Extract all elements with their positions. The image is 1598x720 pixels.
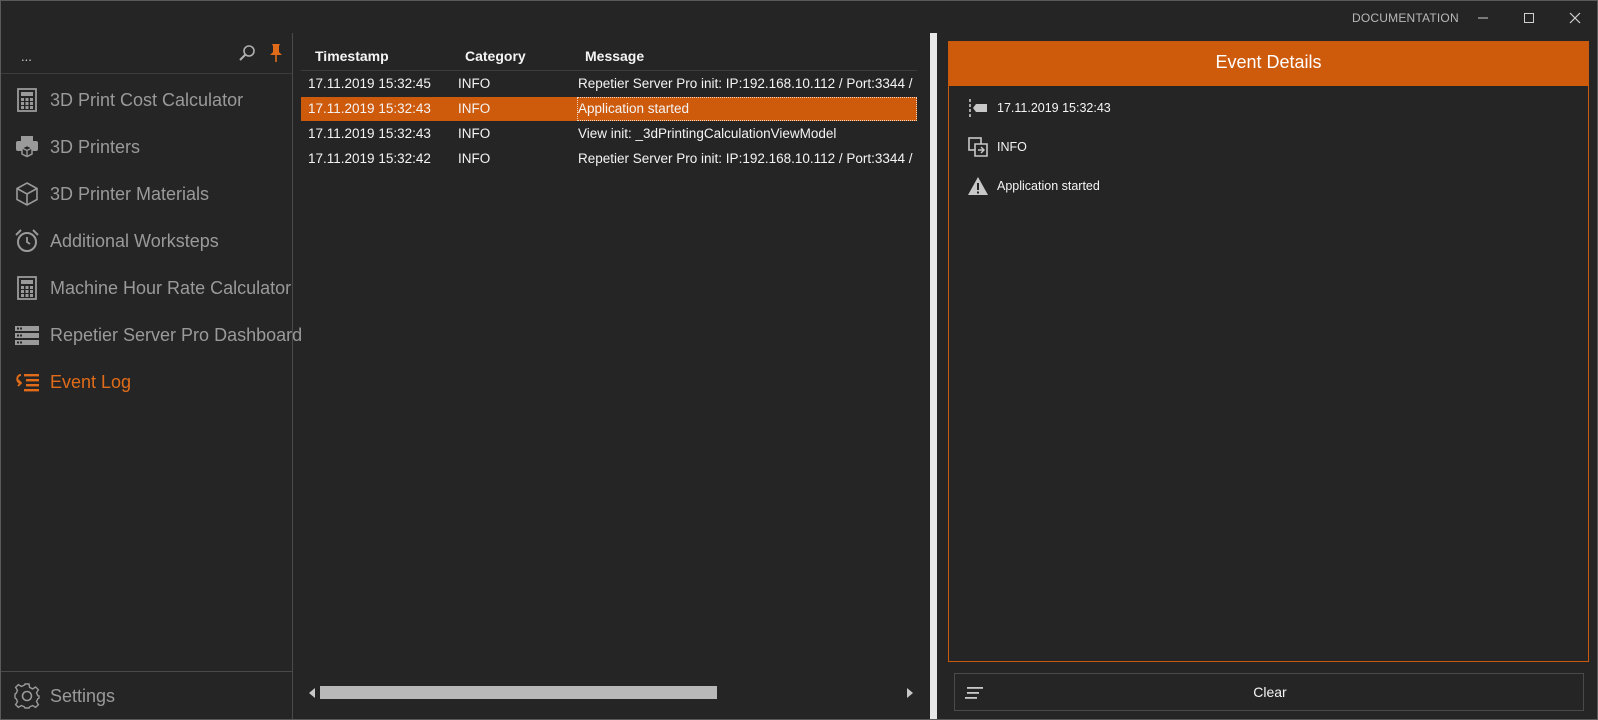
warning-icon <box>968 177 988 195</box>
pin-icon[interactable] <box>267 43 285 63</box>
search-icon[interactable] <box>237 43 257 63</box>
sidebar-search-text[interactable]: ... <box>21 49 32 64</box>
sidebar: ... 3D Print Cost Calculator 3D Printers… <box>1 33 302 719</box>
minimize-icon <box>1478 17 1488 19</box>
cell-category: INFO <box>458 126 491 141</box>
printer-icon <box>16 136 38 158</box>
server-icon <box>15 326 39 345</box>
timeline-icon <box>969 99 987 117</box>
cell-message: View init: _3dPrintingCalculationViewMod… <box>578 126 837 141</box>
maximize-icon <box>1524 13 1534 23</box>
clear-button-label: Clear <box>1253 684 1287 700</box>
column-header-message[interactable]: Message <box>585 48 644 64</box>
calculator-icon <box>17 276 37 300</box>
title-bar: DOCUMENTATION <box>1 1 1597 33</box>
app-window: DOCUMENTATION ... 3D Print Cost Calculat… <box>0 0 1598 720</box>
column-header-timestamp[interactable]: Timestamp <box>315 48 389 64</box>
cube-icon <box>16 182 38 206</box>
sidebar-item-additional-worksteps[interactable]: Additional Worksteps <box>1 217 292 265</box>
cell-message: Application started <box>577 97 917 121</box>
sidebar-item-label: Repetier Server Pro Dashboard <box>50 325 303 345</box>
minimize-button[interactable] <box>1460 5 1506 31</box>
table-row[interactable]: 17.11.2019 15:32:42 INFO Repetier Server… <box>301 147 917 171</box>
scroll-left-icon[interactable] <box>309 688 315 698</box>
maximize-button[interactable] <box>1506 5 1552 31</box>
close-button[interactable] <box>1552 5 1598 31</box>
scroll-right-icon[interactable] <box>907 688 913 698</box>
cell-category: INFO <box>458 76 491 91</box>
cell-message: Repetier Server Pro init: IP:192.168.10.… <box>578 151 917 166</box>
close-icon <box>1569 12 1581 24</box>
event-details-header: Event Details <box>949 42 1588 86</box>
cell-timestamp: 17.11.2019 15:32:42 <box>308 151 431 166</box>
sidebar-divider <box>1 73 292 74</box>
sidebar-item-label: Machine Hour Rate Calculator <box>50 278 292 298</box>
event-details-title: Event Details <box>1215 52 1322 72</box>
sidebar-item-label: Event Log <box>50 372 132 392</box>
sidebar-item-3d-print-cost-calculator[interactable]: 3D Print Cost Calculator <box>1 76 292 124</box>
detail-message-value: Application started <box>997 179 1100 193</box>
documentation-link[interactable]: DOCUMENTATION <box>1352 11 1459 25</box>
sidebar-item-settings[interactable]: Settings <box>1 673 292 719</box>
sidebar-item-label: 3D Printer Materials <box>50 184 210 204</box>
cell-timestamp: 17.11.2019 15:32:43 <box>308 126 431 141</box>
detail-timestamp-value: 17.11.2019 15:32:43 <box>997 101 1111 115</box>
cell-timestamp: 17.11.2019 15:32:43 <box>308 101 431 116</box>
sidebar-item-repetier-server-pro-dashboard[interactable]: Repetier Server Pro Dashboard <box>1 311 302 359</box>
sidebar-item-label: Additional Worksteps <box>50 231 219 251</box>
horizontal-scrollbar[interactable] <box>301 685 917 701</box>
scrollbar-thumb[interactable] <box>320 686 717 699</box>
detail-category-value: INFO <box>997 140 1027 154</box>
cell-category: INFO <box>458 101 491 116</box>
grid-header: Timestamp Category Message <box>301 41 917 71</box>
cell-category: INFO <box>458 151 491 166</box>
event-details-panel: Event Details 17.11.2019 15:32:43 INFO A… <box>948 41 1589 662</box>
category-icon <box>968 137 988 157</box>
table-row[interactable]: 17.11.2019 15:32:43 INFO View init: _3dP… <box>301 122 917 146</box>
cell-message: Repetier Server Pro init: IP:192.168.10.… <box>578 76 917 91</box>
sidebar-item-3d-printer-materials[interactable]: 3D Printer Materials <box>1 170 292 218</box>
sidebar-item-label: 3D Print Cost Calculator <box>50 90 244 110</box>
sidebar-item-event-log[interactable]: Event Log <box>1 358 292 406</box>
sidebar-item-machine-hour-rate-calculator[interactable]: Machine Hour Rate Calculator <box>1 264 292 312</box>
alarm-clock-icon <box>15 229 39 252</box>
gear-icon <box>14 683 40 709</box>
calculator-icon <box>17 88 37 112</box>
panel-splitter[interactable] <box>930 33 937 719</box>
clear-button[interactable]: Clear <box>954 673 1584 711</box>
event-log-icon <box>16 374 39 392</box>
sidebar-item-3d-printers[interactable]: 3D Printers <box>1 123 292 171</box>
table-row[interactable]: 17.11.2019 15:32:45 INFO Repetier Server… <box>301 72 917 96</box>
sidebar-item-label: 3D Printers <box>50 137 141 157</box>
table-row-selected[interactable]: 17.11.2019 15:32:43 INFO Application sta… <box>301 97 917 121</box>
sidebar-header: ... <box>1 33 292 73</box>
settings-label: Settings <box>50 686 116 706</box>
event-log-grid: Timestamp Category Message 17.11.2019 15… <box>301 41 917 719</box>
sidebar-bottom-divider <box>1 671 292 672</box>
column-header-category[interactable]: Category <box>465 48 526 64</box>
cell-timestamp: 17.11.2019 15:32:45 <box>308 76 431 91</box>
